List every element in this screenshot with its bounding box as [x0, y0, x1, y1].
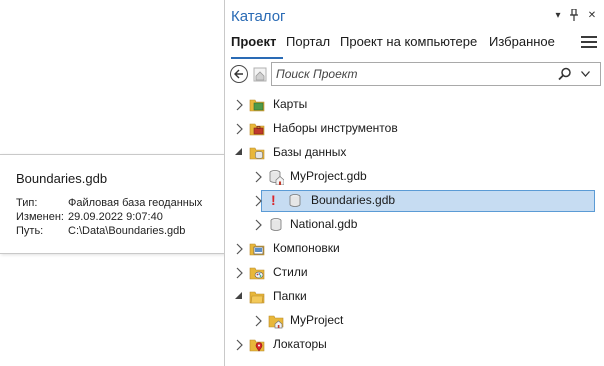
catalog-pane: Каталог ▾ ✕ Проект Портал Проект на комп…: [224, 0, 604, 366]
search-options-chevron-down-icon[interactable]: [578, 67, 592, 81]
menu-icon[interactable]: [581, 36, 597, 48]
tree-item-national-gdb[interactable]: National.gdb: [225, 213, 595, 237]
pane-title: Каталог: [231, 8, 286, 25]
catalog-search-box: [271, 62, 601, 86]
chevron-right-icon[interactable]: [254, 195, 264, 207]
tooltip-title: Boundaries.gdb: [16, 171, 108, 186]
chevron-right-icon[interactable]: [254, 171, 264, 183]
styles-folder-icon: [249, 267, 265, 280]
search-icon[interactable]: [558, 67, 572, 81]
item-tooltip: Boundaries.gdb Тип: Файловая база геоданн…: [0, 154, 229, 254]
catalog-search-input[interactable]: [276, 65, 546, 83]
project-folder-home-icon: [268, 315, 284, 329]
catalog-tabs: Проект Портал Проект на компьютере Избра…: [225, 32, 604, 56]
tooltip-row-modified: Изменен: 29.09.2022 9:07:40: [16, 211, 163, 223]
tree-item-layouts[interactable]: Компоновки: [225, 237, 595, 261]
geodatabase-icon: [270, 218, 282, 231]
tree-item-folders[interactable]: Папки: [225, 285, 595, 309]
databases-folder-icon: [249, 147, 265, 160]
chevron-right-icon[interactable]: [235, 267, 245, 279]
chevron-right-icon[interactable]: [235, 123, 245, 135]
geodatabase-home-icon: [269, 170, 284, 185]
tree-item-databases[interactable]: Базы данных: [225, 141, 595, 165]
chevron-right-icon[interactable]: [235, 243, 245, 255]
chevron-right-icon[interactable]: [254, 315, 264, 327]
folders-folder-icon: [249, 291, 265, 304]
tab-project[interactable]: Проект: [231, 34, 276, 49]
chevron-right-icon[interactable]: [235, 99, 245, 111]
chevron-right-icon[interactable]: [254, 219, 264, 231]
locators-folder-icon: [249, 339, 265, 352]
tree-item-locators[interactable]: Локаторы: [225, 333, 595, 357]
chevron-right-icon[interactable]: [235, 339, 245, 351]
toolboxes-folder-icon: [249, 123, 265, 136]
close-icon[interactable]: ✕: [585, 8, 599, 22]
chevron-down-icon[interactable]: [234, 291, 244, 303]
tree-item-myproject-gdb[interactable]: MyProject.gdb: [225, 165, 595, 189]
tab-favorites[interactable]: Избранное: [489, 34, 555, 49]
home-icon[interactable]: [253, 66, 267, 82]
chevron-down-icon[interactable]: [234, 147, 244, 159]
tab-computer[interactable]: Проект на компьютере: [340, 34, 477, 49]
layouts-folder-icon: [249, 243, 265, 256]
active-tab-indicator: [231, 57, 283, 59]
tree-item-boundaries-gdb[interactable]: ! Boundaries.gdb: [225, 189, 595, 213]
tooltip-row-path: Путь: C:\Data\Boundaries.gdb: [16, 225, 186, 237]
pane-options-dropdown-icon[interactable]: ▾: [551, 8, 565, 22]
back-arrow-icon[interactable]: [230, 65, 248, 83]
pin-icon[interactable]: [567, 8, 581, 22]
tree-item-styles[interactable]: Стили: [225, 261, 595, 285]
tree-item-toolboxes[interactable]: Наборы инструментов: [225, 117, 595, 141]
tree-item-maps[interactable]: Карты: [225, 93, 595, 117]
warning-icon: !: [271, 192, 276, 208]
geodatabase-icon: [289, 194, 301, 207]
tab-portal[interactable]: Портал: [286, 34, 330, 49]
maps-folder-icon: [249, 99, 265, 112]
tree-item-myproject-folder[interactable]: MyProject: [225, 309, 595, 333]
tooltip-row-type: Тип: Файловая база геоданных: [16, 197, 203, 209]
